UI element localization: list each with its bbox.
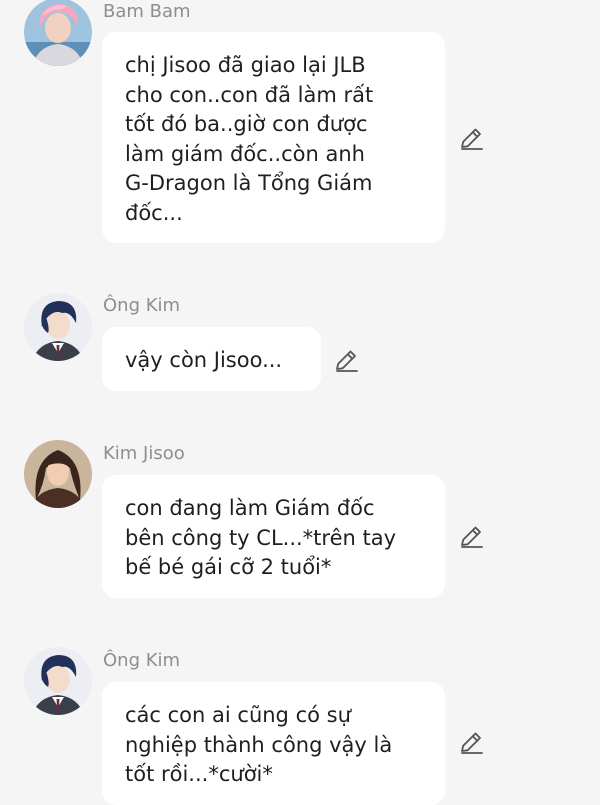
avatar-kim-jisoo[interactable] (24, 440, 92, 508)
pencil-icon[interactable] (459, 730, 485, 756)
sender-name: Bam Bam (103, 1, 191, 22)
pencil-icon[interactable] (459, 126, 485, 152)
sender-name: Kim Jisoo (103, 443, 185, 464)
sender-name: Ông Kim (103, 295, 181, 316)
message-bubble[interactable]: vậy còn Jisoo... (102, 327, 321, 391)
message-bubble[interactable]: chị Jisoo đã giao lại JLB cho con..con đ… (102, 32, 445, 243)
sender-name: Ông Kim (103, 650, 181, 671)
avatar-bam-bam[interactable] (24, 0, 92, 66)
message-bubble[interactable]: các con ai cũng có sự nghiệp thành công … (102, 682, 445, 805)
message-bubble[interactable]: con đang làm Giám đốc bên công ty CL...*… (102, 475, 445, 598)
avatar-ong-kim[interactable] (24, 647, 92, 715)
pencil-icon[interactable] (459, 524, 485, 550)
pencil-icon[interactable] (334, 348, 360, 374)
avatar-ong-kim[interactable] (24, 293, 92, 361)
chat-thread: Bam Bam chị Jisoo đã giao lại JLB cho co… (0, 0, 600, 805)
